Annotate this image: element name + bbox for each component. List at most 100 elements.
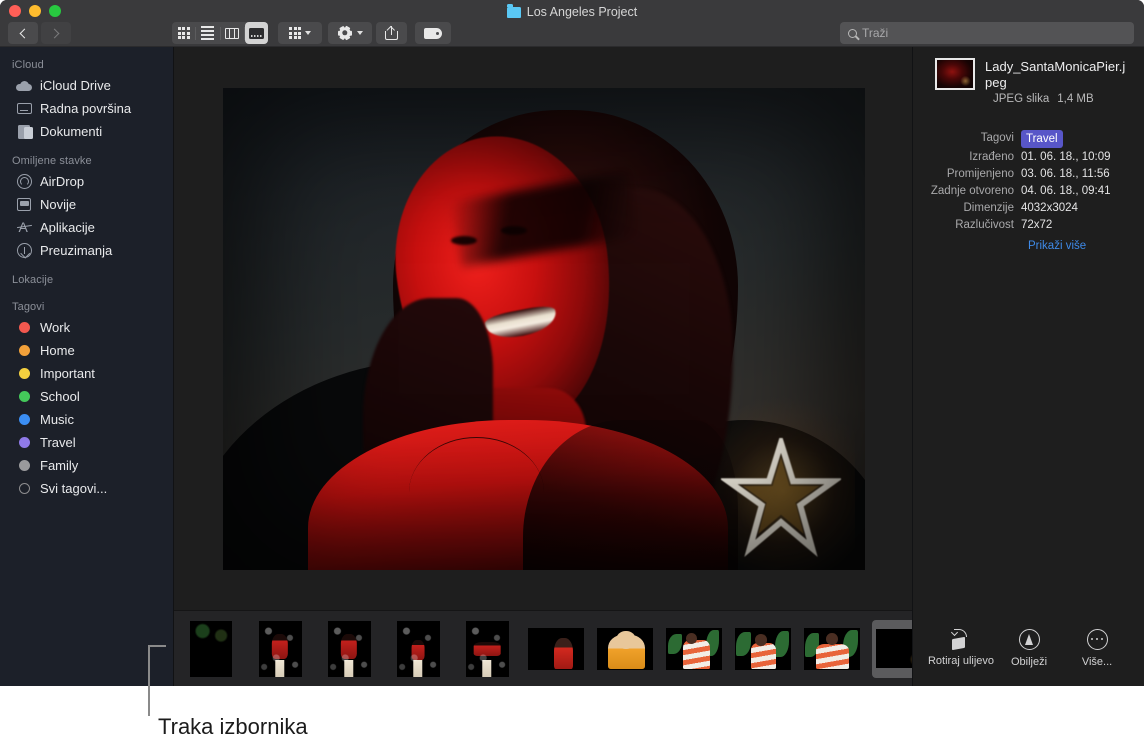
window-title: Los Angeles Project bbox=[0, 4, 1144, 20]
list-icon bbox=[201, 26, 214, 39]
metadata-label: Tagovi bbox=[913, 130, 1021, 148]
callout-elbow bbox=[148, 645, 166, 647]
search-icon bbox=[848, 29, 857, 38]
share-icon bbox=[385, 26, 398, 40]
add-tag-button[interactable] bbox=[415, 22, 451, 44]
file-kind: JPEG slika bbox=[993, 93, 1049, 105]
icon-view-button[interactable] bbox=[172, 22, 195, 44]
thumb-bokeh-portrait[interactable] bbox=[182, 620, 240, 678]
thumb-man-plants-2[interactable] bbox=[734, 620, 792, 678]
documents-icon bbox=[16, 124, 32, 140]
chevron-right-icon bbox=[50, 28, 60, 38]
filmstrip[interactable] bbox=[174, 610, 913, 686]
thumb-woman-desert[interactable] bbox=[527, 620, 585, 678]
columns-icon bbox=[225, 28, 239, 39]
action-menu-button[interactable] bbox=[328, 22, 372, 44]
status-badge[interactable]: Travel bbox=[1021, 130, 1063, 148]
finder-window: Los Angeles Project bbox=[0, 0, 1144, 686]
more-actions-button[interactable]: Više... bbox=[1063, 629, 1131, 668]
tag-dot-icon bbox=[16, 320, 32, 336]
thumb-woman-yellow-shirt[interactable] bbox=[596, 620, 654, 678]
more-icon bbox=[1087, 629, 1108, 650]
callout-line bbox=[148, 645, 150, 716]
preview-image[interactable] bbox=[223, 88, 865, 570]
sidebar-item-label: Travel bbox=[40, 435, 76, 450]
metadata-table: Tagovi Travel Izrađeno 01. 06. 18., 10:0… bbox=[913, 130, 1144, 254]
sidebar-item-desktop[interactable]: Radna površina bbox=[0, 97, 173, 120]
tag-dot-icon bbox=[16, 412, 32, 428]
chevron-left-icon bbox=[20, 28, 30, 38]
downloads-icon bbox=[16, 243, 32, 259]
sidebar-item-tag-home[interactable]: Home bbox=[0, 339, 173, 362]
window-titlebar: Los Angeles Project bbox=[0, 0, 1144, 47]
sidebar-item-label: Svi tagovi... bbox=[40, 481, 107, 496]
file-kind-size: JPEG slika1,4 MB bbox=[985, 93, 1132, 105]
markup-icon bbox=[1019, 629, 1040, 650]
window-title-text: Los Angeles Project bbox=[527, 5, 638, 19]
forward-button[interactable] bbox=[41, 22, 71, 44]
rotate-left-button[interactable]: Rotiraj ulijevo bbox=[927, 629, 995, 667]
metadata-row-tags: Tagovi Travel bbox=[913, 130, 1134, 148]
metadata-row-modified: Promijenjeno 03. 06. 18., 11:56 bbox=[913, 166, 1134, 182]
thumb-man-plants-3[interactable] bbox=[803, 620, 861, 678]
show-more-link[interactable]: Prikaži više bbox=[1028, 240, 1086, 252]
recents-icon bbox=[16, 197, 32, 213]
metadata-label: Dimenzije bbox=[913, 200, 1021, 216]
sidebar-item-tag-family[interactable]: Family bbox=[0, 454, 173, 477]
info-panel: Lady_SantaMonicaPier.jpeg JPEG slika1,4 … bbox=[912, 47, 1144, 686]
metadata-label: Promijenjeno bbox=[913, 166, 1021, 182]
chevron-down-icon bbox=[305, 31, 311, 35]
metadata-value: 01. 06. 18., 10:09 bbox=[1021, 149, 1111, 165]
sidebar-section-favorites: Omiljene stavke AirDrop Novije Aplikacij… bbox=[0, 151, 173, 262]
sidebar-item-tag-work[interactable]: Work bbox=[0, 316, 173, 339]
airdrop-icon bbox=[16, 174, 32, 190]
file-thumbnail bbox=[935, 58, 975, 90]
group-by-button[interactable] bbox=[278, 22, 322, 44]
show-more-row: Prikaži više bbox=[913, 236, 1134, 254]
metadata-label: Zadnje otvoreno bbox=[913, 183, 1021, 199]
search-placeholder: Traži bbox=[862, 26, 888, 40]
sidebar-item-label: Important bbox=[40, 366, 95, 381]
screenshot-root: Los Angeles Project bbox=[0, 0, 1144, 753]
thumb-diver-pool-2[interactable] bbox=[320, 620, 378, 678]
list-view-button[interactable] bbox=[196, 22, 219, 44]
icloud-icon bbox=[16, 78, 32, 94]
sidebar-item-airdrop[interactable]: AirDrop bbox=[0, 170, 173, 193]
sidebar-item-documents[interactable]: Dokumenti bbox=[0, 120, 173, 143]
file-header: Lady_SantaMonicaPier.jpeg JPEG slika1,4 … bbox=[913, 47, 1144, 105]
sidebar-item-tag-important[interactable]: Important bbox=[0, 362, 173, 385]
gallery-icon bbox=[249, 28, 264, 39]
sidebar-item-icloud-drive[interactable]: iCloud Drive bbox=[0, 74, 173, 97]
thumb-diver-pool-3[interactable] bbox=[389, 620, 447, 678]
sidebar-item-tag-school[interactable]: School bbox=[0, 385, 173, 408]
thumb-diver-pool-1[interactable] bbox=[251, 620, 309, 678]
back-button[interactable] bbox=[8, 22, 38, 44]
sidebar[interactable]: iCloud iCloud Drive Radna površina Dokum… bbox=[0, 47, 173, 686]
sidebar-item-downloads[interactable]: Preuzimanja bbox=[0, 239, 173, 262]
sidebar-item-recents[interactable]: Novije bbox=[0, 193, 173, 216]
callout-label: Traka izbornika bbox=[158, 714, 308, 740]
markup-button[interactable]: Obilježi bbox=[995, 629, 1063, 668]
metadata-row-last-opened: Zadnje otvoreno 04. 06. 18., 09:41 bbox=[913, 183, 1134, 199]
sidebar-item-label: Work bbox=[40, 320, 70, 335]
search-input[interactable]: Traži bbox=[840, 22, 1134, 44]
share-button[interactable] bbox=[376, 22, 407, 44]
quick-actions: Rotiraj ulijevo Obilježi Više... bbox=[913, 610, 1144, 686]
metadata-row-dimensions: Dimenzije 4032x3024 bbox=[913, 200, 1134, 216]
sidebar-item-tag-music[interactable]: Music bbox=[0, 408, 173, 431]
view-mode-group bbox=[172, 22, 268, 44]
gallery-view-button[interactable] bbox=[245, 22, 268, 44]
tag-dot-icon bbox=[16, 435, 32, 451]
sidebar-item-label: Music bbox=[40, 412, 74, 427]
sidebar-section-icloud: iCloud iCloud Drive Radna površina Dokum… bbox=[0, 55, 173, 143]
sidebar-header-locations: Lokacije bbox=[0, 270, 173, 289]
column-view-button[interactable] bbox=[220, 22, 243, 44]
metadata-row-created: Izrađeno 01. 06. 18., 10:09 bbox=[913, 149, 1134, 165]
metadata-row-resolution: Razlučivost 72x72 bbox=[913, 217, 1134, 233]
sidebar-item-all-tags[interactable]: Svi tagovi... bbox=[0, 477, 173, 500]
thumb-diver-pool-4[interactable] bbox=[458, 620, 516, 678]
thumb-man-plants-1[interactable] bbox=[665, 620, 723, 678]
sidebar-item-label: School bbox=[40, 389, 80, 404]
sidebar-item-tag-travel[interactable]: Travel bbox=[0, 431, 173, 454]
sidebar-item-applications[interactable]: Aplikacije bbox=[0, 216, 173, 239]
